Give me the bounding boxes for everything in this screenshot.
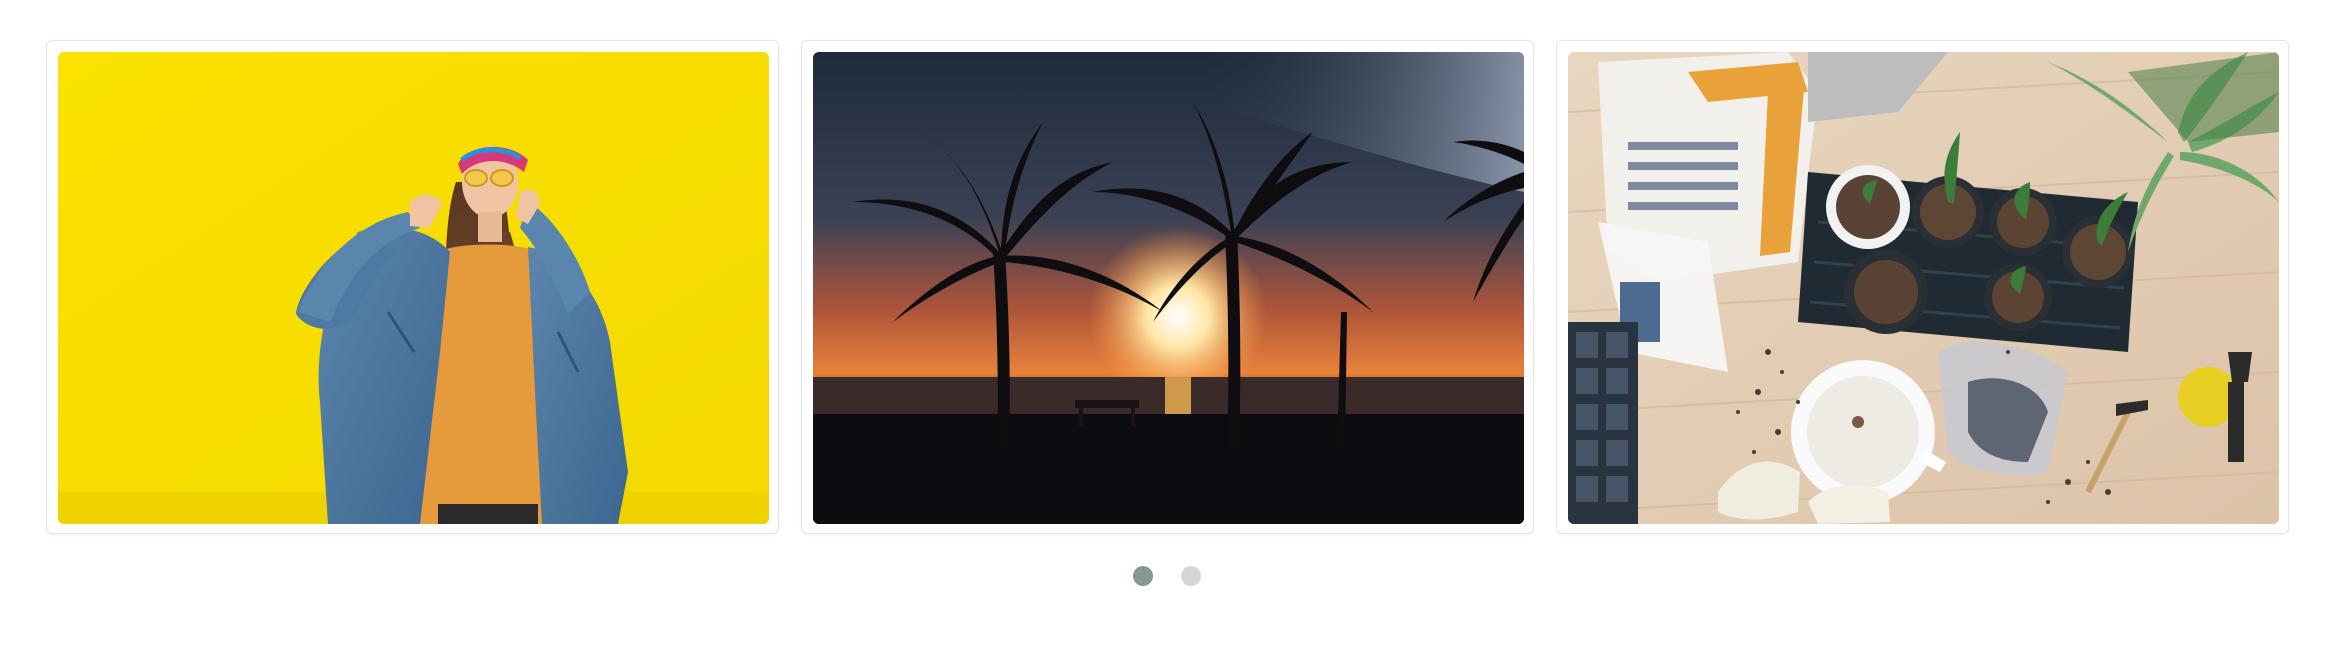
- pagination-dot-1-active[interactable]: [1133, 566, 1153, 586]
- image-carousel: [0, 0, 2340, 646]
- carousel-pagination: [0, 566, 2340, 586]
- potting-plants-table-photo[interactable]: [1568, 52, 2279, 524]
- woman-yellow-wall-photo[interactable]: [58, 52, 769, 524]
- carousel-card-1[interactable]: [46, 40, 779, 534]
- carousel-card-2[interactable]: [801, 40, 1534, 534]
- palm-sunset-beach-photo[interactable]: [813, 52, 1524, 524]
- pagination-dot-2[interactable]: [1181, 566, 1201, 586]
- carousel-card-3[interactable]: [1556, 40, 2289, 534]
